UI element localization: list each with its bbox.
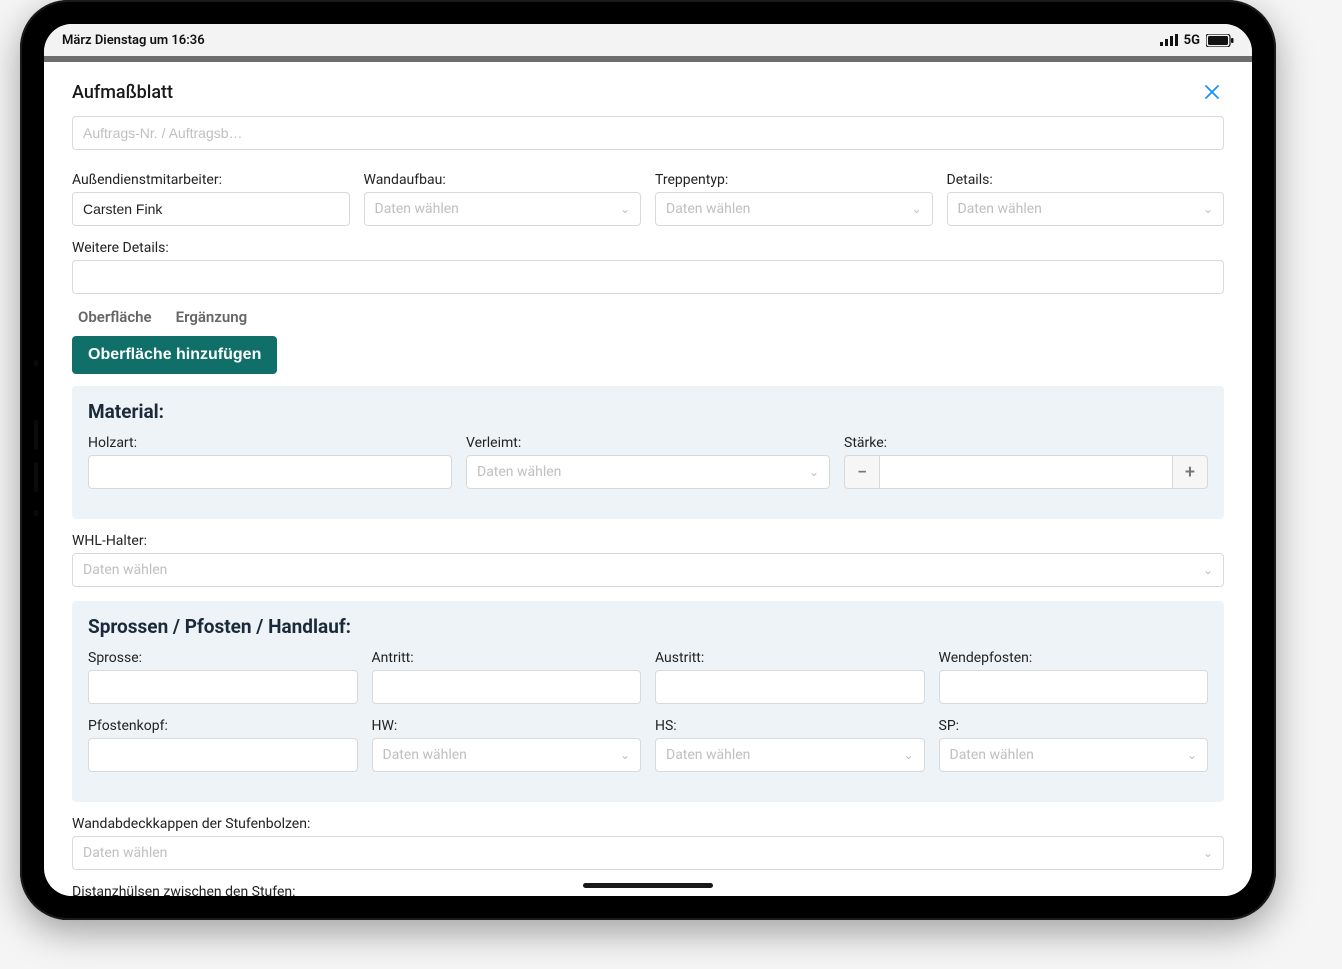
panel-material: Material: Holzart: Verleimt: Daten wähle… bbox=[72, 386, 1224, 519]
select-placeholder-text: Daten wählen bbox=[477, 464, 819, 480]
staerke-stepper: − + bbox=[844, 455, 1208, 489]
field-wandabdeckkappen: Wandabdeckkappen der Stufenbolzen: Daten… bbox=[72, 816, 1224, 870]
form-row-1: Außendienstmitarbeiter: Wandaufbau: Date… bbox=[72, 172, 1224, 226]
select-placeholder-text: Daten wählen bbox=[666, 201, 922, 217]
pfostenkopf-input[interactable] bbox=[88, 738, 358, 772]
tab-oberflaeche[interactable]: Oberfläche bbox=[78, 308, 152, 326]
treppentyp-label: Treppentyp: bbox=[655, 172, 933, 188]
material-row: Holzart: Verleimt: Daten wählen ⌄ Stärke… bbox=[88, 435, 1208, 489]
select-placeholder-text: Daten wählen bbox=[666, 747, 914, 763]
sp-label: SP: bbox=[939, 718, 1209, 734]
field-antritt: Antritt: bbox=[372, 650, 642, 704]
details-label: Details: bbox=[947, 172, 1225, 188]
select-placeholder-text: Daten wählen bbox=[83, 845, 1213, 861]
staerke-label: Stärke: bbox=[844, 435, 1208, 451]
field-details: Details: Daten wählen ⌄ bbox=[947, 172, 1225, 226]
staerke-minus-button[interactable]: − bbox=[844, 455, 880, 489]
holzart-input[interactable] bbox=[88, 455, 452, 489]
field-aussendienst: Außendienstmitarbeiter: bbox=[72, 172, 350, 226]
signal-icon bbox=[1160, 34, 1178, 46]
wendepfosten-input[interactable] bbox=[939, 670, 1209, 704]
field-wandaufbau: Wandaufbau: Daten wählen ⌄ bbox=[364, 172, 642, 226]
antritt-label: Antritt: bbox=[372, 650, 642, 666]
field-holzart: Holzart: bbox=[88, 435, 452, 489]
field-wendepfosten: Wendepfosten: bbox=[939, 650, 1209, 704]
sprossen-title: Sprossen / Pfosten / Handlauf: bbox=[88, 615, 1208, 638]
tablet-frame: März Dienstag um 16:36 5G Aufmaßblatt bbox=[20, 0, 1276, 920]
verleimt-select[interactable]: Daten wählen ⌄ bbox=[466, 455, 830, 489]
status-right: 5G bbox=[1160, 33, 1234, 48]
side-button bbox=[34, 462, 38, 492]
tablet-screen: März Dienstag um 16:36 5G Aufmaßblatt bbox=[44, 24, 1252, 896]
network-label: 5G bbox=[1184, 33, 1200, 48]
field-treppentyp: Treppentyp: Daten wählen ⌄ bbox=[655, 172, 933, 226]
antritt-input[interactable] bbox=[372, 670, 642, 704]
select-placeholder-text: Daten wählen bbox=[950, 747, 1198, 763]
field-weitere-details: Weitere Details: bbox=[72, 240, 1224, 294]
wandaufbau-select[interactable]: Daten wählen ⌄ bbox=[364, 192, 642, 226]
austritt-label: Austritt: bbox=[655, 650, 925, 666]
whl-halter-select[interactable]: Daten wählen ⌄ bbox=[72, 553, 1224, 587]
treppentyp-select[interactable]: Daten wählen ⌄ bbox=[655, 192, 933, 226]
select-placeholder-text: Daten wählen bbox=[375, 201, 631, 217]
close-icon[interactable] bbox=[1200, 80, 1224, 104]
staerke-plus-button[interactable]: + bbox=[1172, 455, 1208, 489]
staerke-input[interactable] bbox=[880, 455, 1172, 489]
weitere-details-input[interactable] bbox=[72, 260, 1224, 294]
select-placeholder-text: Daten wählen bbox=[83, 562, 1213, 578]
sprosse-input[interactable] bbox=[88, 670, 358, 704]
field-verleimt: Verleimt: Daten wählen ⌄ bbox=[466, 435, 830, 489]
aussendienst-label: Außendienstmitarbeiter: bbox=[72, 172, 350, 188]
field-staerke: Stärke: − + bbox=[844, 435, 1208, 489]
wendepfosten-label: Wendepfosten: bbox=[939, 650, 1209, 666]
weitere-details-label: Weitere Details: bbox=[72, 240, 1224, 256]
field-sprosse: Sprosse: bbox=[88, 650, 358, 704]
hw-select[interactable]: Daten wählen ⌄ bbox=[372, 738, 642, 772]
side-button bbox=[34, 510, 38, 516]
hs-select[interactable]: Daten wählen ⌄ bbox=[655, 738, 925, 772]
field-austritt: Austritt: bbox=[655, 650, 925, 704]
field-sp: SP: Daten wählen ⌄ bbox=[939, 718, 1209, 772]
status-time: März Dienstag um 16:36 bbox=[62, 33, 205, 48]
side-button bbox=[34, 420, 38, 450]
select-placeholder-text: Daten wählen bbox=[383, 747, 631, 763]
hw-label: HW: bbox=[372, 718, 642, 734]
aussendienst-input[interactable] bbox=[72, 192, 350, 226]
field-whl-halter: WHL-Halter: Daten wählen ⌄ bbox=[72, 533, 1224, 587]
field-hs: HS: Daten wählen ⌄ bbox=[655, 718, 925, 772]
panel-sprossen: Sprossen / Pfosten / Handlauf: Sprosse: … bbox=[72, 601, 1224, 802]
add-surface-button[interactable]: Oberfläche hinzufügen bbox=[72, 336, 277, 374]
verleimt-label: Verleimt: bbox=[466, 435, 830, 451]
details-select[interactable]: Daten wählen ⌄ bbox=[947, 192, 1225, 226]
material-title: Material: bbox=[88, 400, 1208, 423]
modal-header: Aufmaßblatt bbox=[72, 80, 1224, 104]
holzart-label: Holzart: bbox=[88, 435, 452, 451]
order-number-input[interactable] bbox=[72, 116, 1224, 150]
modal-aufmassblatt: Aufmaßblatt Außendienstmitarbeiter: Wand… bbox=[50, 62, 1246, 896]
sp-select[interactable]: Daten wählen ⌄ bbox=[939, 738, 1209, 772]
select-placeholder-text: Daten wählen bbox=[958, 201, 1214, 217]
field-hw: HW: Daten wählen ⌄ bbox=[372, 718, 642, 772]
sprosse-label: Sprosse: bbox=[88, 650, 358, 666]
wandabdeckkappen-label: Wandabdeckkappen der Stufenbolzen: bbox=[72, 816, 1224, 832]
tab-ergaenzung[interactable]: Ergänzung bbox=[176, 308, 248, 326]
field-pfostenkopf: Pfostenkopf: bbox=[88, 718, 358, 772]
tabs: Oberfläche Ergänzung bbox=[78, 308, 1224, 326]
hs-label: HS: bbox=[655, 718, 925, 734]
sprossen-row-2: Pfostenkopf: HW: Daten wählen ⌄ HS: Da bbox=[88, 718, 1208, 772]
wandabdeckkappen-select[interactable]: Daten wählen ⌄ bbox=[72, 836, 1224, 870]
pfostenkopf-label: Pfostenkopf: bbox=[88, 718, 358, 734]
status-bar: März Dienstag um 16:36 5G bbox=[44, 24, 1252, 56]
volume-button-placeholder bbox=[34, 360, 38, 366]
austritt-input[interactable] bbox=[655, 670, 925, 704]
home-indicator bbox=[583, 883, 713, 888]
battery-icon bbox=[1206, 34, 1234, 47]
modal-title: Aufmaßblatt bbox=[72, 82, 173, 103]
wandaufbau-label: Wandaufbau: bbox=[364, 172, 642, 188]
whl-halter-label: WHL-Halter: bbox=[72, 533, 1224, 549]
sprossen-row-1: Sprosse: Antritt: Austritt: Wendepfosten… bbox=[88, 650, 1208, 704]
